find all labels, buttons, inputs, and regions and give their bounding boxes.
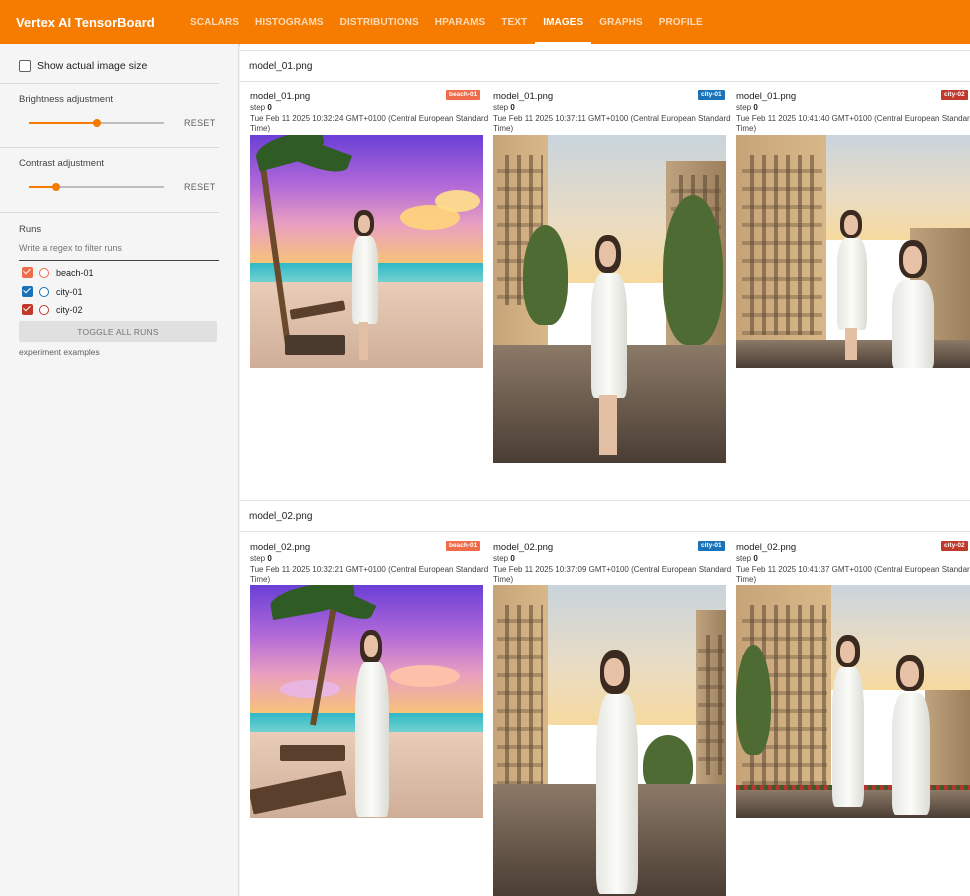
- run-label: city-02: [56, 304, 83, 315]
- divider: [0, 83, 219, 84]
- run-checkbox[interactable]: [22, 267, 33, 278]
- run-badge: beach-01: [446, 541, 481, 551]
- toggle-all-runs-button[interactable]: TOGGLE ALL RUNS: [19, 321, 217, 342]
- tab-profile[interactable]: PROFILE: [651, 0, 711, 44]
- run-checkbox[interactable]: [22, 304, 33, 315]
- group-body-model-02: model_02.png beach-01 step 0 Tue Feb 11 …: [240, 532, 970, 896]
- run-badge: beach-01: [446, 90, 481, 100]
- sidebar: Show actual image size Brightness adjust…: [0, 44, 239, 896]
- card-step: step 0: [493, 554, 515, 563]
- card-step: step 0: [736, 554, 758, 563]
- card-image[interactable]: [736, 135, 970, 368]
- brightness-slider-fill: [29, 122, 97, 124]
- card-title: model_02.png: [493, 542, 554, 553]
- tab-distributions[interactable]: DISTRIBUTIONS: [332, 0, 427, 44]
- show-actual-size-checkbox[interactable]: [19, 60, 31, 72]
- card-timestamp: Tue Feb 11 2025 10:37:11 GMT+0100 (Centr…: [493, 114, 731, 133]
- contrast-slider-thumb[interactable]: [52, 183, 60, 191]
- card-title: model_01.png: [493, 91, 554, 102]
- run-color-icon[interactable]: [39, 267, 49, 278]
- card-step: step 0: [493, 103, 515, 112]
- card-step: step 0: [736, 103, 758, 112]
- contrast-label: Contrast adjustment: [19, 158, 105, 169]
- card-timestamp: Tue Feb 11 2025 10:32:21 GMT+0100 (Centr…: [250, 565, 489, 584]
- card-step: step 0: [250, 554, 272, 563]
- group-header-model-02[interactable]: model_02.png: [240, 500, 970, 532]
- card-title: model_02.png: [250, 542, 311, 553]
- divider: [0, 147, 219, 148]
- image-dashboard: model_01.png model_01.png beach-01 step …: [240, 44, 970, 896]
- card-image[interactable]: [736, 585, 970, 818]
- tab-images[interactable]: IMAGES: [535, 0, 592, 44]
- run-label: city-01: [56, 286, 83, 297]
- run-item-city-02[interactable]: city-02: [22, 304, 83, 315]
- run-badge: city-02: [941, 90, 968, 100]
- dashboard-tabs: SCALARS HISTOGRAMS DISTRIBUTIONS HPARAMS…: [182, 0, 711, 44]
- beach-scene-image: [250, 135, 483, 368]
- run-checkbox[interactable]: [22, 286, 33, 297]
- city-scene-image: [493, 135, 726, 463]
- image-card: model_01.png beach-01 step 0 Tue Feb 11 …: [250, 90, 488, 491]
- tab-text[interactable]: TEXT: [493, 0, 535, 44]
- run-badge: city-02: [941, 541, 968, 551]
- card-title: model_01.png: [250, 91, 311, 102]
- card-timestamp: Tue Feb 11 2025 10:37:09 GMT+0100 (Centr…: [493, 565, 732, 584]
- card-title: model_01.png: [736, 91, 797, 102]
- tab-scalars[interactable]: SCALARS: [182, 0, 247, 44]
- brightness-reset-button[interactable]: RESET: [184, 118, 216, 128]
- card-step: step 0: [250, 103, 272, 112]
- card-image[interactable]: [250, 585, 483, 818]
- card-image[interactable]: [493, 585, 726, 896]
- group-body-model-01: model_01.png beach-01 step 0 Tue Feb 11 …: [240, 82, 970, 496]
- show-actual-size-label: Show actual image size: [37, 60, 148, 72]
- run-item-beach-01[interactable]: beach-01: [22, 267, 94, 278]
- app-title: Vertex AI TensorBoard: [16, 14, 155, 30]
- city-scene-image: [493, 585, 726, 896]
- brightness-label: Brightness adjustment: [19, 94, 113, 105]
- run-badge: city-01: [698, 541, 725, 551]
- tab-histograms[interactable]: HISTOGRAMS: [247, 0, 332, 44]
- tab-graphs[interactable]: GRAPHS: [591, 0, 650, 44]
- card-timestamp: Tue Feb 11 2025 10:41:37 GMT+0100 (Centr…: [736, 565, 970, 584]
- run-color-icon[interactable]: [39, 304, 49, 315]
- brightness-slider-thumb[interactable]: [93, 119, 101, 127]
- card-timestamp: Tue Feb 11 2025 10:32:24 GMT+0100 (Centr…: [250, 114, 489, 133]
- contrast-slider[interactable]: [29, 183, 164, 191]
- beach-scene-image: [250, 585, 483, 818]
- run-item-city-01[interactable]: city-01: [22, 286, 83, 297]
- runs-label: Runs: [19, 224, 42, 235]
- run-label: beach-01: [56, 267, 94, 278]
- card-image[interactable]: [493, 135, 726, 463]
- image-card: model_01.png city-01 step 0 Tue Feb 11 2…: [493, 90, 731, 491]
- image-card: model_02.png city-01 step 0 Tue Feb 11 2…: [493, 541, 731, 896]
- card-title: model_02.png: [736, 542, 797, 553]
- image-card: model_02.png city-02 step 0 Tue Feb 11 2…: [736, 541, 970, 896]
- city-scene-image: [736, 135, 970, 368]
- run-color-icon[interactable]: [39, 286, 49, 297]
- top-app-bar: Vertex AI TensorBoard SCALARS HISTOGRAMS…: [0, 0, 970, 44]
- card-timestamp: Tue Feb 11 2025 10:41:40 GMT+0100 (Centr…: [736, 114, 970, 133]
- run-badge: city-01: [698, 90, 725, 100]
- city-scene-image: [736, 585, 970, 818]
- run-filter-input[interactable]: Write a regex to filter runs: [19, 243, 219, 261]
- image-card: model_01.png city-02 step 0 Tue Feb 11 2…: [736, 90, 970, 491]
- group-header-model-01[interactable]: model_01.png: [240, 50, 970, 82]
- image-card: model_02.png beach-01 step 0 Tue Feb 11 …: [250, 541, 488, 896]
- show-actual-size-toggle[interactable]: Show actual image size: [19, 60, 147, 72]
- card-image[interactable]: [250, 135, 483, 368]
- divider: [0, 212, 219, 213]
- experiment-label: experiment examples: [19, 347, 100, 357]
- brightness-slider[interactable]: [29, 119, 164, 127]
- tab-hparams[interactable]: HPARAMS: [427, 0, 494, 44]
- contrast-reset-button[interactable]: RESET: [184, 182, 216, 192]
